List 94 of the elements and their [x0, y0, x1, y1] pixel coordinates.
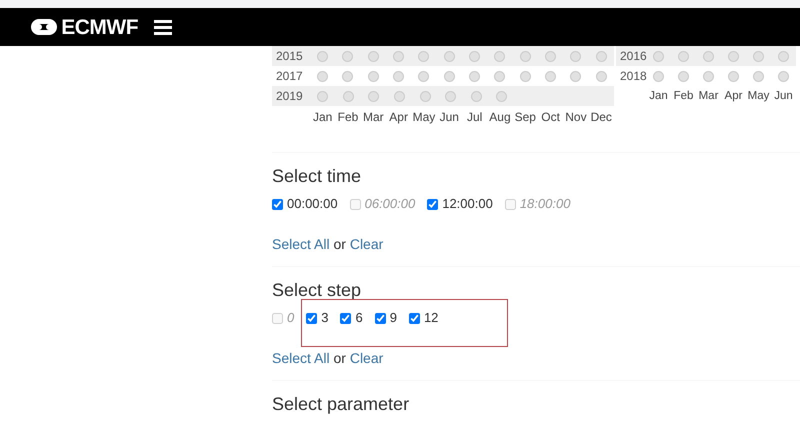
month-label: Feb [672, 89, 694, 104]
month-radio[interactable] [494, 70, 506, 82]
checkbox[interactable] [272, 198, 283, 210]
month-radio[interactable] [418, 50, 430, 62]
year-label: 2016 [619, 48, 646, 65]
logo[interactable]: ECMWF [30, 16, 138, 38]
section-heading: Select parameter [272, 393, 410, 415]
option-label: 3 [321, 309, 328, 328]
month-radio[interactable] [728, 50, 739, 62]
month-radio[interactable] [653, 70, 664, 82]
month-radio[interactable] [753, 70, 764, 82]
month-radio[interactable] [342, 50, 354, 62]
checkbox[interactable] [427, 198, 438, 210]
option-label: 12:00:00 [442, 195, 493, 214]
month-label: May [746, 89, 770, 104]
section-heading: Select time [272, 165, 362, 187]
month-label: Aug [488, 109, 512, 126]
month-label: Mar [698, 89, 720, 104]
month-radio[interactable] [778, 50, 789, 62]
month-radio[interactable] [342, 90, 354, 102]
option-label: 12 [424, 309, 438, 328]
option-label: 00:00:00 [287, 195, 338, 214]
checkbox[interactable] [374, 312, 386, 324]
month-radio[interactable] [392, 70, 404, 82]
month-label: Jun [438, 109, 460, 126]
month-radio[interactable] [596, 70, 607, 82]
option-label: 06:00:00 [364, 195, 416, 214]
month-label: Jul [466, 109, 484, 126]
month-radio[interactable] [653, 50, 664, 62]
checkbox[interactable] [408, 312, 420, 324]
month-radio[interactable] [368, 70, 379, 82]
month-radio[interactable] [316, 70, 328, 82]
option-label: 18:00:00 [520, 195, 570, 214]
month-radio[interactable] [728, 70, 739, 82]
month-radio[interactable] [317, 90, 328, 102]
month-label: Nov [564, 109, 588, 126]
month-radio[interactable] [444, 50, 455, 62]
checkbox[interactable] [340, 312, 352, 324]
month-radio[interactable] [418, 70, 430, 82]
month-radio[interactable] [444, 70, 455, 82]
month-label: Feb [336, 109, 360, 126]
section-heading: Select step [272, 279, 362, 301]
month-radio[interactable] [445, 90, 456, 102]
month-radio[interactable] [703, 50, 714, 62]
select-links-text: Select All or Clear [272, 235, 384, 253]
month-radio[interactable] [570, 50, 582, 62]
month-radio[interactable] [570, 70, 582, 82]
clear-link[interactable]: Clear [350, 236, 384, 252]
select-all-link[interactable]: Select All [272, 350, 330, 366]
year-label: 2018 [619, 68, 646, 85]
select-all-link[interactable]: Select All [272, 236, 330, 252]
month-radio[interactable] [520, 70, 531, 82]
month-label: Jan [648, 89, 669, 104]
month-label: Jun [773, 89, 794, 104]
month-label: May [412, 109, 436, 126]
month-radio[interactable] [368, 50, 379, 62]
month-radio[interactable] [596, 50, 607, 62]
logo-icon [30, 18, 58, 36]
month-label: Dec [590, 109, 613, 126]
month-radio[interactable] [496, 90, 508, 102]
year-label: 2017 [275, 68, 304, 85]
month-radio[interactable] [394, 90, 406, 102]
month-label: Mar [362, 109, 385, 126]
month-label: Oct [540, 109, 561, 126]
month-radio[interactable] [470, 90, 482, 102]
option-label: 9 [390, 309, 397, 328]
month-radio[interactable] [392, 50, 404, 62]
year-label: 2019 [275, 88, 304, 105]
month-radio[interactable] [545, 70, 556, 82]
month-radio[interactable] [678, 50, 689, 62]
option-label: 0 [287, 309, 294, 328]
month-radio[interactable] [420, 90, 431, 102]
month-label: Jan [312, 109, 334, 126]
month-radio[interactable] [368, 90, 380, 102]
month-radio[interactable] [469, 50, 480, 62]
month-radio[interactable] [753, 50, 764, 62]
year-label: 2015 [275, 48, 304, 65]
option-label: 6 [355, 309, 363, 328]
month-radio[interactable] [778, 70, 789, 82]
menu-button[interactable] [154, 19, 172, 35]
clear-link[interactable]: Clear [350, 350, 384, 366]
month-radio[interactable] [342, 70, 354, 82]
month-label: Apr [724, 89, 744, 104]
month-radio[interactable] [678, 70, 689, 82]
month-radio[interactable] [469, 70, 480, 82]
select-links-text: Select All or Clear [272, 349, 384, 367]
month-label: Apr [388, 109, 409, 126]
month-radio[interactable] [494, 50, 506, 62]
month-label: Sep [514, 109, 537, 126]
month-radio[interactable] [316, 50, 328, 62]
checkbox[interactable] [306, 312, 318, 324]
month-radio[interactable] [520, 50, 531, 62]
month-radio[interactable] [703, 70, 714, 82]
month-radio[interactable] [545, 50, 556, 62]
